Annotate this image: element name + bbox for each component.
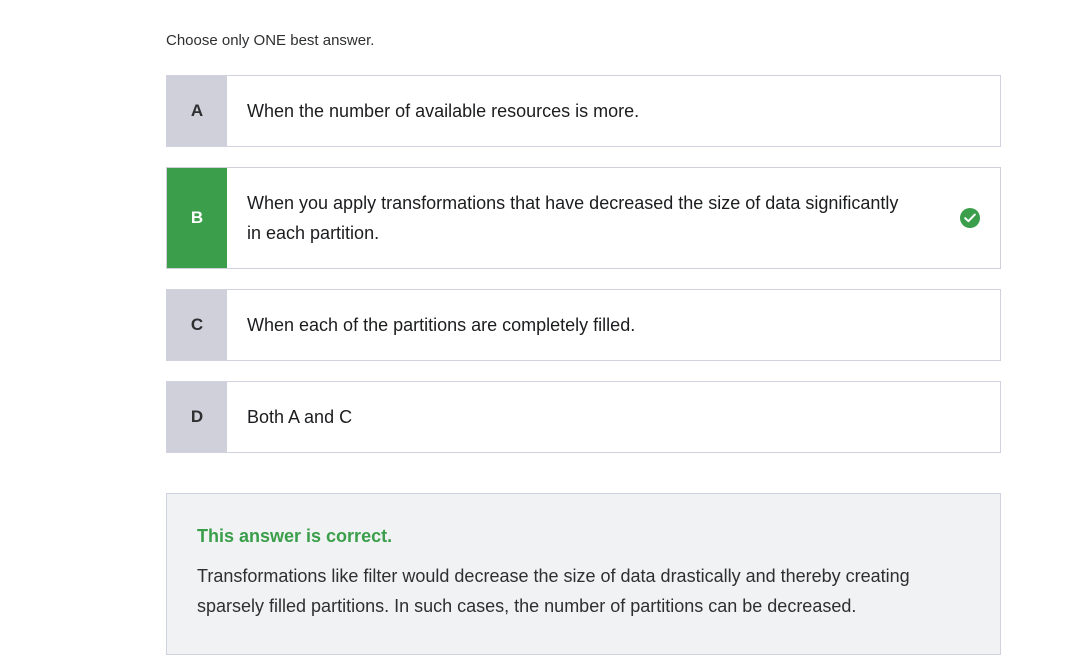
feedback-title: This answer is correct. xyxy=(197,526,393,546)
option-letter-a: A xyxy=(167,76,227,146)
check-circle-icon xyxy=(960,208,980,228)
answer-option-d[interactable]: D Both A and C xyxy=(166,381,1001,453)
option-text-b-line1: When you apply transformations that have… xyxy=(247,193,899,213)
answer-option-a[interactable]: A When the number of available resources… xyxy=(166,75,1001,147)
answer-feedback-panel: This answer is correct. Transformations … xyxy=(166,493,1001,655)
feedback-explanation: Transformations like filter would decrea… xyxy=(197,566,910,616)
option-text-b-line2: in each partition. xyxy=(247,223,380,243)
correct-indicator xyxy=(940,168,1000,268)
answer-option-c[interactable]: C When each of the partitions are comple… xyxy=(166,289,1001,361)
option-letter-d: D xyxy=(167,382,227,452)
option-text-d: Both A and C xyxy=(247,407,353,427)
answer-options: A When the number of available resources… xyxy=(166,75,1001,473)
option-text-a: When the number of available resources i… xyxy=(247,101,640,121)
option-letter-c: C xyxy=(167,290,227,360)
option-letter-b: B xyxy=(167,168,227,268)
answer-option-b[interactable]: B When you apply transformations that ha… xyxy=(166,167,1001,269)
option-text-c: When each of the partitions are complete… xyxy=(247,315,636,335)
question-instruction: Choose only ONE best answer. xyxy=(166,32,375,49)
option-text-b: When you apply transformations that have… xyxy=(227,168,940,268)
